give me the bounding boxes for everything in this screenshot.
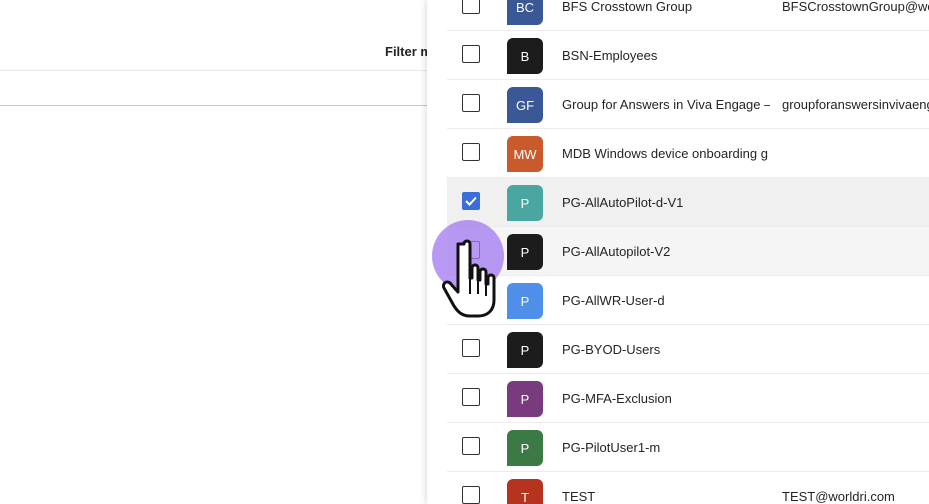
group-name: PG-AllAutoPilot-d-V1 xyxy=(562,195,684,210)
group-avatar: P xyxy=(507,430,543,466)
row-checkbox[interactable] xyxy=(462,486,480,504)
group-row[interactable]: B BSN-Employees xyxy=(447,31,929,80)
group-avatar: P xyxy=(507,381,543,417)
group-name: PG-PilotUser1-m xyxy=(562,440,661,455)
group-email: groupforanswersinvivaeng xyxy=(782,97,929,112)
filter-label[interactable]: Filter m xyxy=(385,44,432,59)
row-checkbox[interactable] xyxy=(462,0,480,14)
group-avatar: T xyxy=(507,479,543,504)
group-name: BFS Crosstown Group xyxy=(562,0,693,14)
pointer-cursor-icon xyxy=(432,220,542,330)
group-email: TEST@worldri.com xyxy=(782,489,895,504)
group-avatar: B xyxy=(507,38,543,74)
group-avatar: GF xyxy=(507,87,543,123)
group-name: TEST xyxy=(562,489,596,504)
group-name: PG-AllWR-User-d xyxy=(562,293,665,308)
group-avatar: MW xyxy=(507,136,543,172)
group-avatar: P xyxy=(507,185,543,221)
group-name: MDB Windows device onboarding g xyxy=(562,146,768,161)
group-row[interactable]: P PG-BYOD-Users xyxy=(447,325,929,374)
row-checkbox[interactable] xyxy=(462,143,480,161)
group-avatar: P xyxy=(507,332,543,368)
group-row[interactable]: P PG-MFA-Exclusion xyxy=(447,374,929,423)
group-row[interactable]: BC BFS Crosstown Group BFSCrosstownGroup@w… xyxy=(447,0,929,31)
row-checkbox[interactable] xyxy=(462,388,480,406)
group-name: PG-BYOD-Users xyxy=(562,342,661,357)
background-page: Filter m xyxy=(0,0,432,504)
group-row[interactable]: MW MDB Windows device onboarding g xyxy=(447,129,929,178)
group-row[interactable]: T TEST TEST@worldri.com xyxy=(447,472,929,504)
group-row[interactable]: P PG-PilotUser1-m xyxy=(447,423,929,472)
hand-cursor-icon xyxy=(442,239,496,318)
group-name: PG-AllAutopilot-V2 xyxy=(562,244,671,259)
row-checkbox[interactable] xyxy=(462,339,480,357)
group-row[interactable]: GF Group for Answers in Viva Engage – grou… xyxy=(447,80,929,129)
group-name: BSN-Employees xyxy=(562,48,658,63)
divider xyxy=(0,70,427,71)
row-checkbox[interactable] xyxy=(462,192,480,210)
divider xyxy=(0,105,427,106)
group-name: PG-MFA-Exclusion xyxy=(562,391,672,406)
group-name: Group for Answers in Viva Engage – xyxy=(562,97,770,112)
checkmark-icon xyxy=(465,196,477,206)
row-checkbox[interactable] xyxy=(462,94,480,112)
row-checkbox[interactable] xyxy=(462,45,480,63)
group-avatar: BC xyxy=(507,0,543,25)
group-email: BFSCrosstownGroup@wor xyxy=(782,0,929,14)
row-checkbox[interactable] xyxy=(462,437,480,455)
